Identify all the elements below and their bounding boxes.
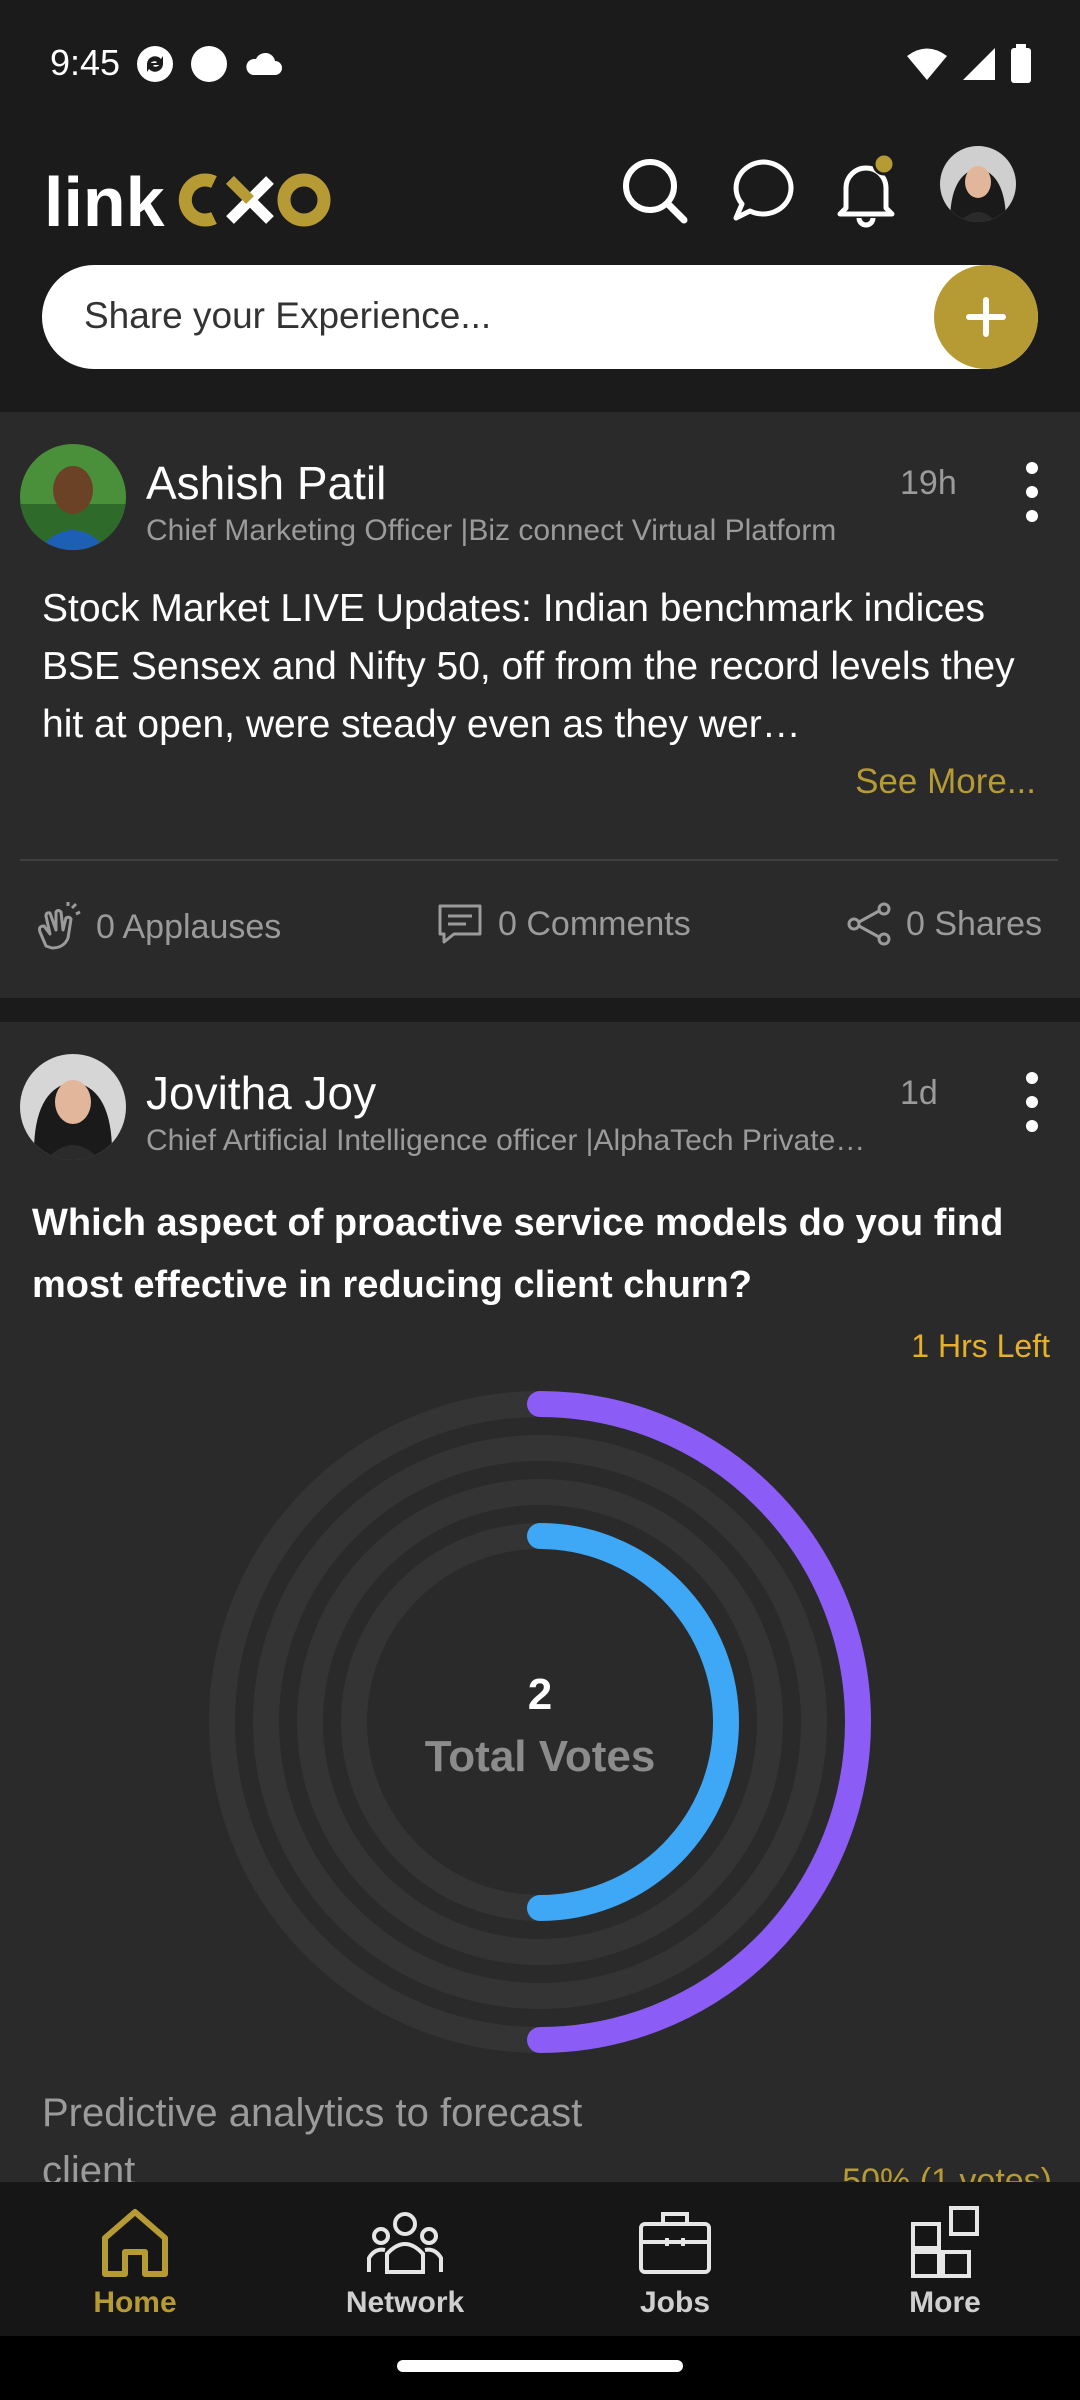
nav-label-more: More (909, 2286, 981, 2319)
grid-icon (911, 2206, 979, 2278)
plus-icon (966, 297, 1006, 337)
poll-results-chart: 2 Total Votes (200, 1382, 880, 2062)
share-icon (847, 902, 891, 946)
status-bar: 9:45 (0, 0, 1080, 130)
post-card: Ashish Patil Chief Marketing Officer |Bi… (0, 412, 1080, 998)
nav-label-home: Home (93, 2286, 177, 2319)
author-avatar[interactable] (20, 444, 126, 550)
total-votes-count: 2 (527, 1670, 553, 1719)
battery-icon (1011, 44, 1031, 83)
wifi-icon (907, 48, 947, 80)
add-post-button[interactable] (934, 265, 1038, 369)
nav-item-more[interactable]: More (810, 2182, 1080, 2336)
total-votes-label: Total Votes (424, 1732, 656, 1781)
poll-ring-arc (527, 1523, 739, 1921)
briefcase-icon (639, 2212, 711, 2274)
search-icon[interactable] (614, 150, 694, 230)
share-button[interactable]: 0 Shares (846, 902, 1042, 946)
author-title: Chief Artificial Intelligence officer |A… (146, 1124, 866, 1157)
post-time: 1d (900, 1074, 938, 1112)
share-experience-input[interactable]: Share your Experience... (42, 265, 1038, 369)
status-time: 9:45 (50, 42, 121, 83)
bottom-navigation: Home Network Jobs More (0, 2182, 1080, 2336)
poll-ring-track (297, 1479, 783, 1965)
applause-icon (38, 902, 81, 950)
home-gesture-bar[interactable] (397, 2360, 683, 2372)
profile-avatar[interactable] (940, 146, 1016, 222)
gesture-area (0, 2336, 1080, 2400)
network-icon (367, 2212, 443, 2274)
author-name[interactable]: Ashish Patil (146, 456, 386, 510)
linkcxo-logo: link (44, 163, 331, 241)
see-more-link[interactable]: See More... (855, 762, 1036, 802)
more-options-icon[interactable] (1010, 1072, 1054, 1132)
poll-rings (209, 1391, 871, 2053)
sync-icon (137, 46, 173, 82)
poll-question: Which aspect of proactive service models… (32, 1202, 1004, 1306)
applause-count: 0 Applauses (96, 907, 282, 946)
poll-time-left: 1 Hrs Left (911, 1328, 1050, 1364)
post-time: 19h (900, 464, 957, 502)
nav-item-network[interactable]: Network (270, 2182, 540, 2336)
author-avatar[interactable] (20, 1054, 126, 1160)
comments-button[interactable]: 0 Comments (436, 902, 691, 946)
nav-item-jobs[interactable]: Jobs (540, 2182, 810, 2336)
author-name[interactable]: Jovitha Joy (146, 1066, 376, 1120)
divider (20, 859, 1058, 861)
more-options-icon[interactable] (1010, 462, 1054, 522)
share-placeholder: Share your Experience... (84, 295, 492, 336)
signal-icon (963, 48, 995, 80)
post-text: Stock Market LIVE Updates: Indian benchm… (42, 587, 1015, 746)
app-header: link Share your Experience... (0, 130, 1080, 410)
poll-post-card: Jovitha Joy Chief Artificial Intelligenc… (0, 1022, 1080, 2200)
nav-label-network: Network (345, 2286, 465, 2319)
cloud-icon (246, 52, 282, 75)
circle-icon (191, 46, 227, 82)
comment-icon (438, 904, 482, 944)
chat-icon[interactable] (724, 150, 804, 230)
comments-count: 0 Comments (498, 904, 691, 943)
home-icon (102, 2209, 168, 2277)
nav-item-home[interactable]: Home (0, 2182, 270, 2336)
applause-button[interactable]: 0 Applauses (32, 902, 281, 952)
logo-link-text: link (44, 163, 165, 241)
author-title: Chief Marketing Officer |Biz connect Vir… (146, 514, 837, 547)
notification-bell-icon[interactable] (826, 150, 906, 230)
nav-label-jobs: Jobs (639, 2286, 711, 2319)
shares-count: 0 Shares (906, 904, 1043, 943)
